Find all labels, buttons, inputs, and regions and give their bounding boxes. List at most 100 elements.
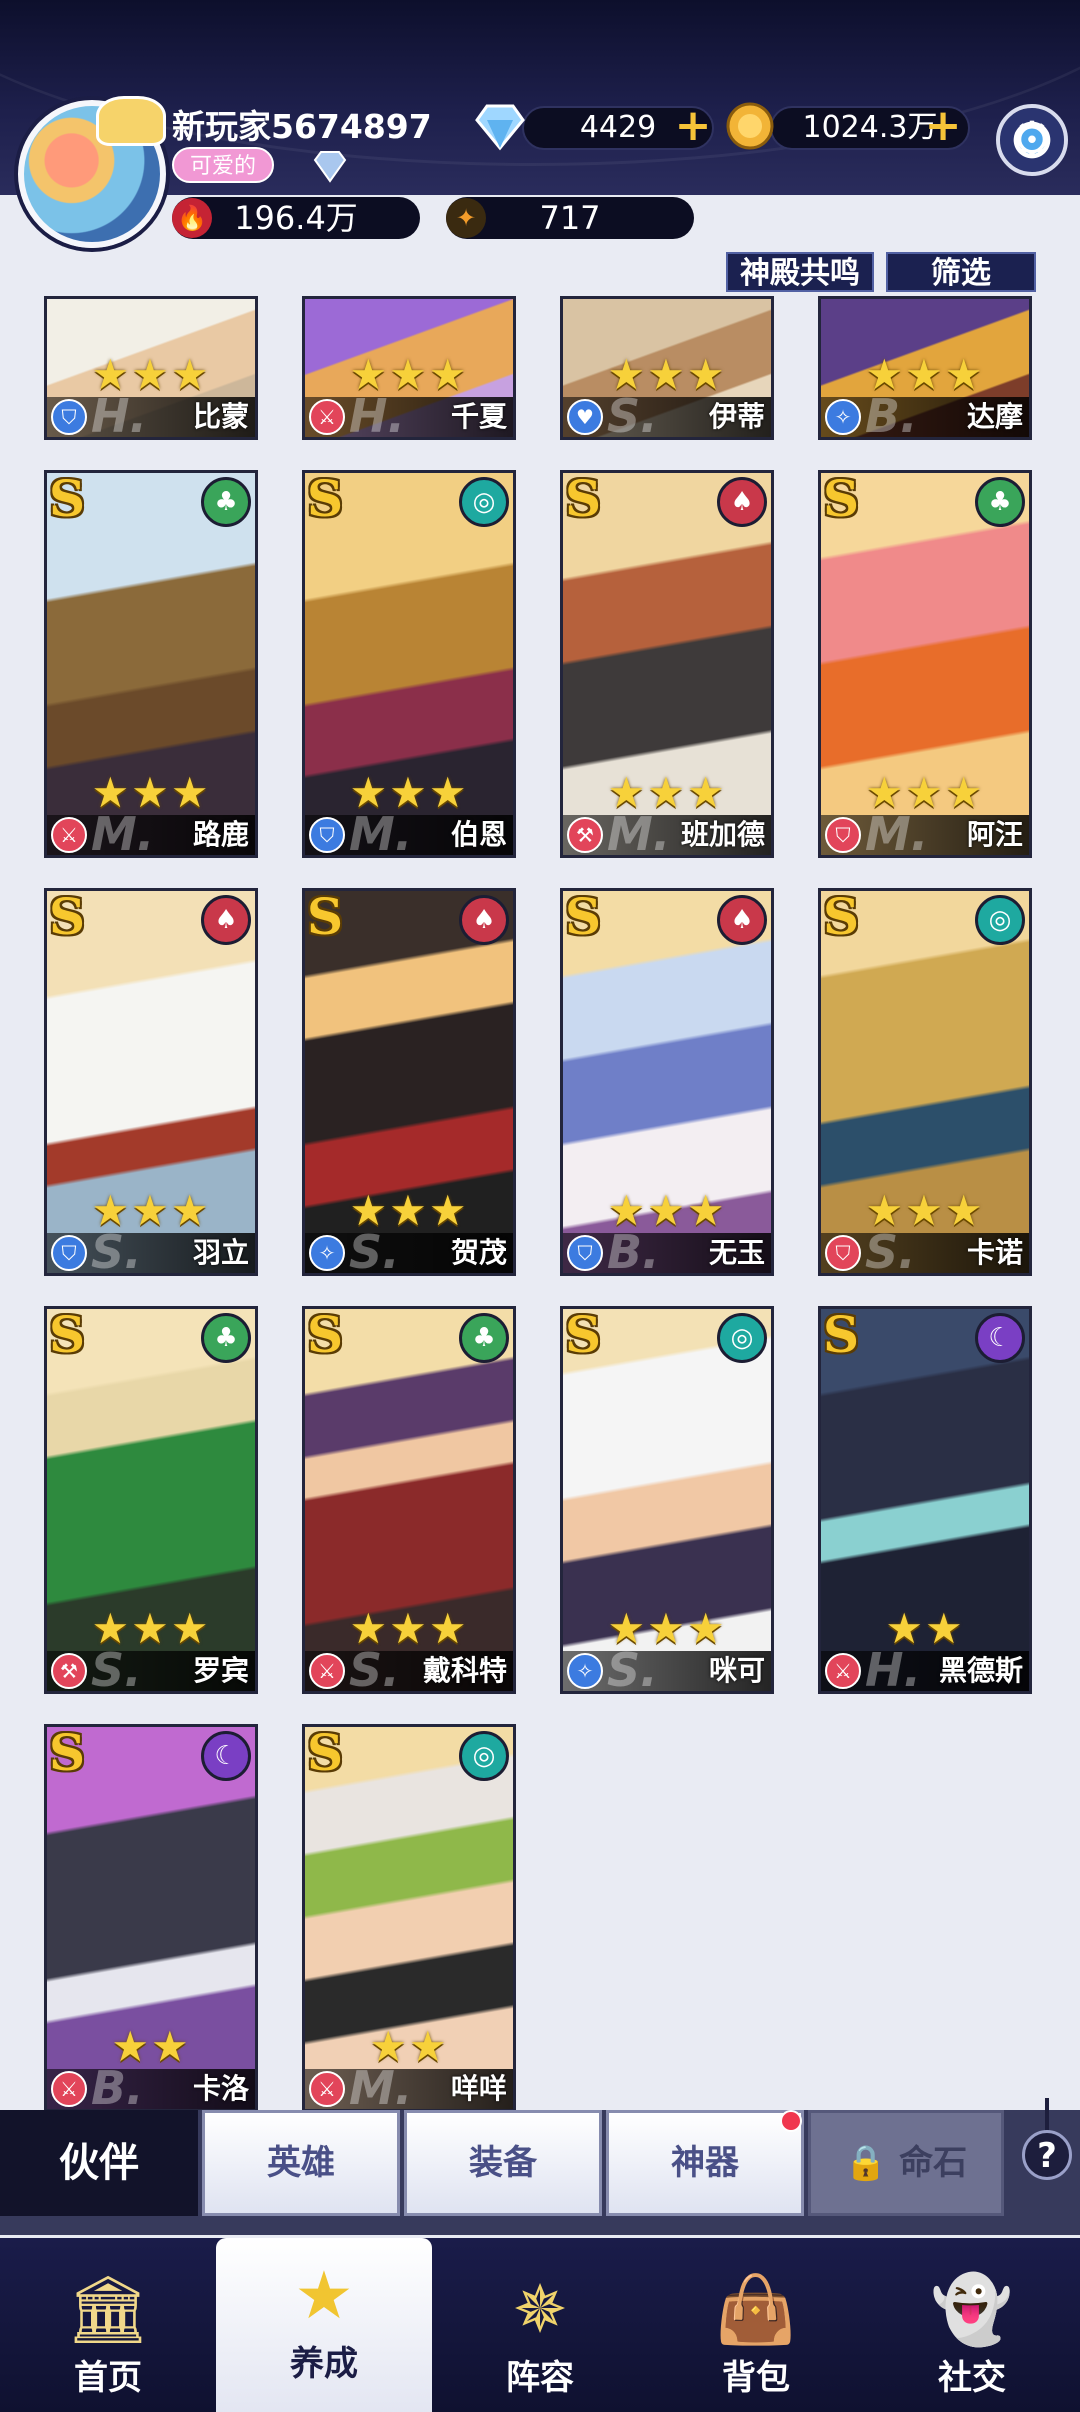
star-rating: ★★★ bbox=[91, 1186, 211, 1235]
hero-name: 路鹿 bbox=[192, 818, 249, 851]
compass-star-icon: ✵ bbox=[512, 2271, 568, 2348]
tab-equipment[interactable]: 装备 bbox=[404, 2110, 602, 2216]
star-rating: ★★★ bbox=[607, 350, 727, 399]
hero-card[interactable]: S ◎ ★★★ ⛉ S. 卡诺 bbox=[818, 888, 1032, 1276]
moon-element-icon: ☾ bbox=[201, 1731, 251, 1781]
tab-hero[interactable]: 英雄 bbox=[202, 2110, 400, 2216]
grade-letter: B. bbox=[865, 389, 918, 440]
star-rating: ★★★ bbox=[607, 1186, 727, 1235]
grade-letter: H. bbox=[349, 389, 405, 440]
hero-card-partial[interactable]: ★★★ ⛉ H. 比蒙 bbox=[44, 296, 258, 440]
nature-element-icon: ♣ bbox=[975, 477, 1025, 527]
tab-fate-stone[interactable]: 🔒 命石 bbox=[808, 2110, 1004, 2216]
tab-fate-stone-label: 命石 bbox=[899, 2143, 968, 2183]
rank-letter: S bbox=[823, 1306, 860, 1364]
add-diamond-button[interactable]: + bbox=[674, 104, 712, 148]
add-gold-button[interactable]: + bbox=[924, 104, 962, 148]
hero-card[interactable]: S ♣ ★★★ ⚔ S. 戴科特 bbox=[302, 1306, 516, 1694]
rank-letter: S bbox=[565, 1306, 602, 1364]
star-rating: ★★★ bbox=[91, 1604, 211, 1653]
hero-card[interactable]: S ♠ ★★★ ⛉ B. 无玉 bbox=[560, 888, 774, 1276]
nature-element-icon: ♣ bbox=[459, 1313, 509, 1363]
sword-role-icon: ⚔ bbox=[825, 1653, 861, 1689]
wind-element-icon: ◎ bbox=[975, 895, 1025, 945]
tab-partner[interactable]: 伙伴 bbox=[0, 2110, 198, 2216]
fire-element-icon: ♠ bbox=[459, 895, 509, 945]
hero-name: 阿汪 bbox=[966, 818, 1023, 851]
nav-social[interactable]: 👻 社交 bbox=[864, 2238, 1080, 2412]
shield-role-icon: ⛉ bbox=[567, 1235, 603, 1271]
hero-name: 卡洛 bbox=[192, 2072, 249, 2105]
tab-artifact[interactable]: 神器 bbox=[606, 2110, 804, 2216]
hero-name: 戴科特 bbox=[422, 1654, 507, 1687]
star-rating: ★★★ bbox=[607, 1604, 727, 1653]
player-title-tag[interactable]: 可爱的 bbox=[172, 147, 275, 183]
nature-element-icon: ♣ bbox=[201, 1313, 251, 1363]
temple-resonance-button[interactable]: 神殿共鸣 bbox=[726, 252, 874, 292]
hero-name: 班加德 bbox=[680, 818, 765, 851]
nav-home[interactable]: 🏛 首页 bbox=[0, 2238, 216, 2412]
filter-button[interactable]: 筛选 bbox=[886, 252, 1036, 292]
staff-role-icon: ✧ bbox=[309, 1235, 345, 1271]
ghost-mail-icon: 👻 bbox=[930, 2271, 1014, 2348]
grade-letter: S. bbox=[607, 1643, 658, 1694]
shield-role-icon: ⛉ bbox=[825, 1235, 861, 1271]
rank-letter: S bbox=[823, 888, 860, 946]
rank-letter: S bbox=[49, 888, 86, 946]
shield-role-icon: ⛉ bbox=[51, 1235, 87, 1271]
hero-card[interactable]: S ♣ ★★★ ⚒ S. 罗宾 bbox=[44, 1306, 258, 1694]
hero-card[interactable]: S ◎ ★★★ ✧ S. 咪可 bbox=[560, 1306, 774, 1694]
star-rating: ★★ bbox=[111, 2022, 191, 2071]
fire-element-icon: ♠ bbox=[201, 895, 251, 945]
grade-letter: S. bbox=[91, 1225, 142, 1276]
hero-card-partial[interactable]: ★★★ ♥ S. 伊蒂 bbox=[560, 296, 774, 440]
nav-lineup[interactable]: ✵ 阵容 bbox=[432, 2238, 648, 2412]
hero-card[interactable]: S ◎ ★★ ⚔ M. 咩咩 bbox=[302, 1724, 516, 2111]
backpack-icon: 👜 bbox=[714, 2271, 798, 2348]
nav-bag-label: 背包 bbox=[722, 2358, 790, 2398]
nav-bag[interactable]: 👜 背包 bbox=[648, 2238, 864, 2412]
notification-dot bbox=[780, 2110, 802, 2132]
help-antenna bbox=[1045, 2098, 1049, 2132]
fire-element-icon: ♠ bbox=[717, 477, 767, 527]
star-rating: ★★★ bbox=[865, 1186, 985, 1235]
nav-develop-label: 养成 bbox=[290, 2344, 358, 2384]
wind-element-icon: ◎ bbox=[459, 1731, 509, 1781]
hero-card-partial[interactable]: ★★★ ✧ B. 达摩 bbox=[818, 296, 1032, 440]
hero-card[interactable]: S ♠ ★★★ ⛉ S. 羽立 bbox=[44, 888, 258, 1276]
hero-card[interactable]: S ◎ ★★★ ⛉ M. 伯恩 bbox=[302, 470, 516, 858]
star-rating: ★★★ bbox=[91, 350, 211, 399]
hero-card[interactable]: S ♠ ★★★ ⚒ M. 班加德 bbox=[560, 470, 774, 858]
hero-name: 黑德斯 bbox=[938, 1654, 1023, 1687]
staff-role-icon: ✧ bbox=[567, 1653, 603, 1689]
rank-letter: S bbox=[565, 888, 602, 946]
wind-element-icon: ◎ bbox=[459, 477, 509, 527]
star-upgrade-icon: ★ bbox=[294, 2257, 354, 2334]
hero-name: 伯恩 bbox=[450, 818, 507, 851]
hero-name: 罗宾 bbox=[192, 1654, 249, 1687]
lock-icon: 🔒 bbox=[844, 2143, 888, 2183]
rank-letter: S bbox=[49, 1724, 86, 1782]
nav-develop[interactable]: ★ 养成 bbox=[216, 2238, 432, 2412]
settings-button[interactable]: ⚙ bbox=[996, 104, 1068, 176]
hero-card[interactable]: S ♣ ★★★ ⛉ M. 阿汪 bbox=[818, 470, 1032, 858]
rank-letter: S bbox=[49, 470, 86, 528]
rank-letter: S bbox=[49, 1306, 86, 1364]
rank-diamond-icon bbox=[313, 151, 347, 183]
axe-role-icon: ⚒ bbox=[567, 817, 603, 853]
star-rating: ★★ bbox=[885, 1604, 965, 1653]
nav-home-label: 首页 bbox=[74, 2358, 142, 2398]
hero-card-partial[interactable]: ★★★ ⚔ H. 千夏 bbox=[302, 296, 516, 440]
fire-element-icon: ♠ bbox=[717, 895, 767, 945]
grade-letter: S. bbox=[865, 1225, 916, 1276]
hero-card[interactable]: S ♣ ★★★ ⚔ M. 路鹿 bbox=[44, 470, 258, 858]
hero-name: 贺茂 bbox=[450, 1236, 507, 1269]
hero-card[interactable]: S ☾ ★★ ⚔ H. 黑德斯 bbox=[818, 1306, 1032, 1694]
grade-letter: M. bbox=[349, 807, 413, 858]
hero-card[interactable]: S ♠ ★★★ ✧ S. 贺茂 bbox=[302, 888, 516, 1276]
hero-card[interactable]: S ☾ ★★ ⚔ B. 卡洛 bbox=[44, 1724, 258, 2111]
help-button[interactable]: ? bbox=[1022, 2130, 1072, 2180]
shield-role-icon: ⛉ bbox=[51, 399, 87, 435]
rank-letter: S bbox=[565, 470, 602, 528]
gold-count: 1024.3万 bbox=[802, 110, 938, 145]
